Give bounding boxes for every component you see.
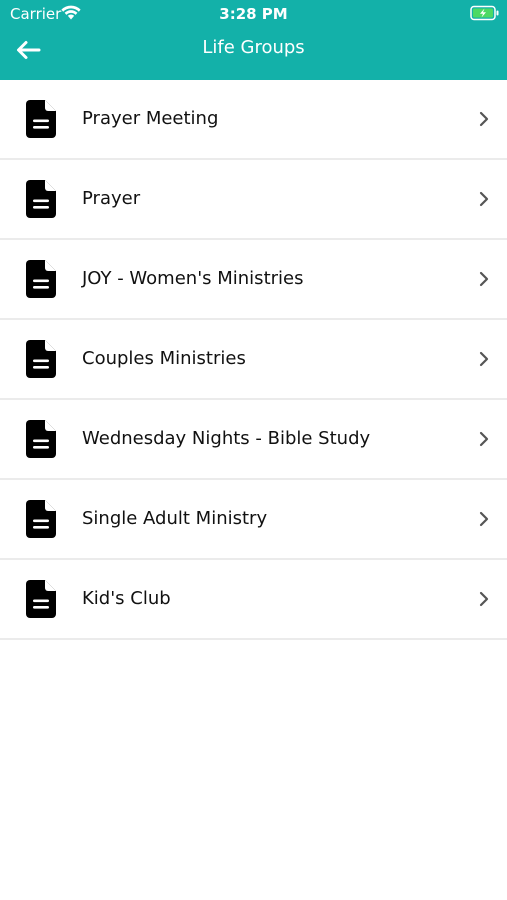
list-item-label: Kid's Club [82, 588, 171, 609]
page-title: Life Groups [202, 37, 305, 58]
chevron-right-icon [478, 271, 490, 287]
list-item-label: JOY - Women's Ministries [82, 268, 304, 289]
chevron-right-icon [478, 431, 490, 447]
document-icon [26, 420, 56, 458]
document-icon [26, 100, 56, 138]
list-item[interactable]: Kid's Club [0, 560, 507, 640]
chevron-right-icon [478, 111, 490, 127]
document-icon [26, 500, 56, 538]
document-icon [26, 180, 56, 218]
chevron-right-icon [478, 591, 490, 607]
list-item-label: Prayer Meeting [82, 108, 219, 129]
battery-charging-icon [470, 5, 500, 21]
navigation-bar: Life Groups [0, 28, 507, 80]
chevron-right-icon [478, 191, 490, 207]
list-item[interactable]: Single Adult Ministry [0, 480, 507, 560]
list-item-label: Couples Ministries [82, 348, 246, 369]
header: Carrier 3:28 PM Life Groups [0, 0, 507, 80]
chevron-right-icon [478, 351, 490, 367]
life-groups-list: Prayer Meeting Prayer JOY - Women's Mini… [0, 80, 507, 640]
document-icon [26, 260, 56, 298]
list-item[interactable]: JOY - Women's Ministries [0, 240, 507, 320]
chevron-right-icon [478, 511, 490, 527]
list-item-label: Prayer [82, 188, 141, 209]
list-item[interactable]: Couples Ministries [0, 320, 507, 400]
document-icon [26, 340, 56, 378]
list-item[interactable]: Prayer [0, 160, 507, 240]
status-time: 3:28 PM [219, 5, 288, 23]
list-item[interactable]: Wednesday Nights - Bible Study [0, 400, 507, 480]
list-item[interactable]: Prayer Meeting [0, 80, 507, 160]
list-item-label: Wednesday Nights - Bible Study [82, 428, 371, 449]
document-icon [26, 580, 56, 618]
screen: Carrier 3:28 PM Life Groups Prayer Meeti… [0, 0, 507, 900]
list-item-label: Single Adult Ministry [82, 508, 268, 529]
status-bar: Carrier 3:28 PM [0, 0, 507, 28]
